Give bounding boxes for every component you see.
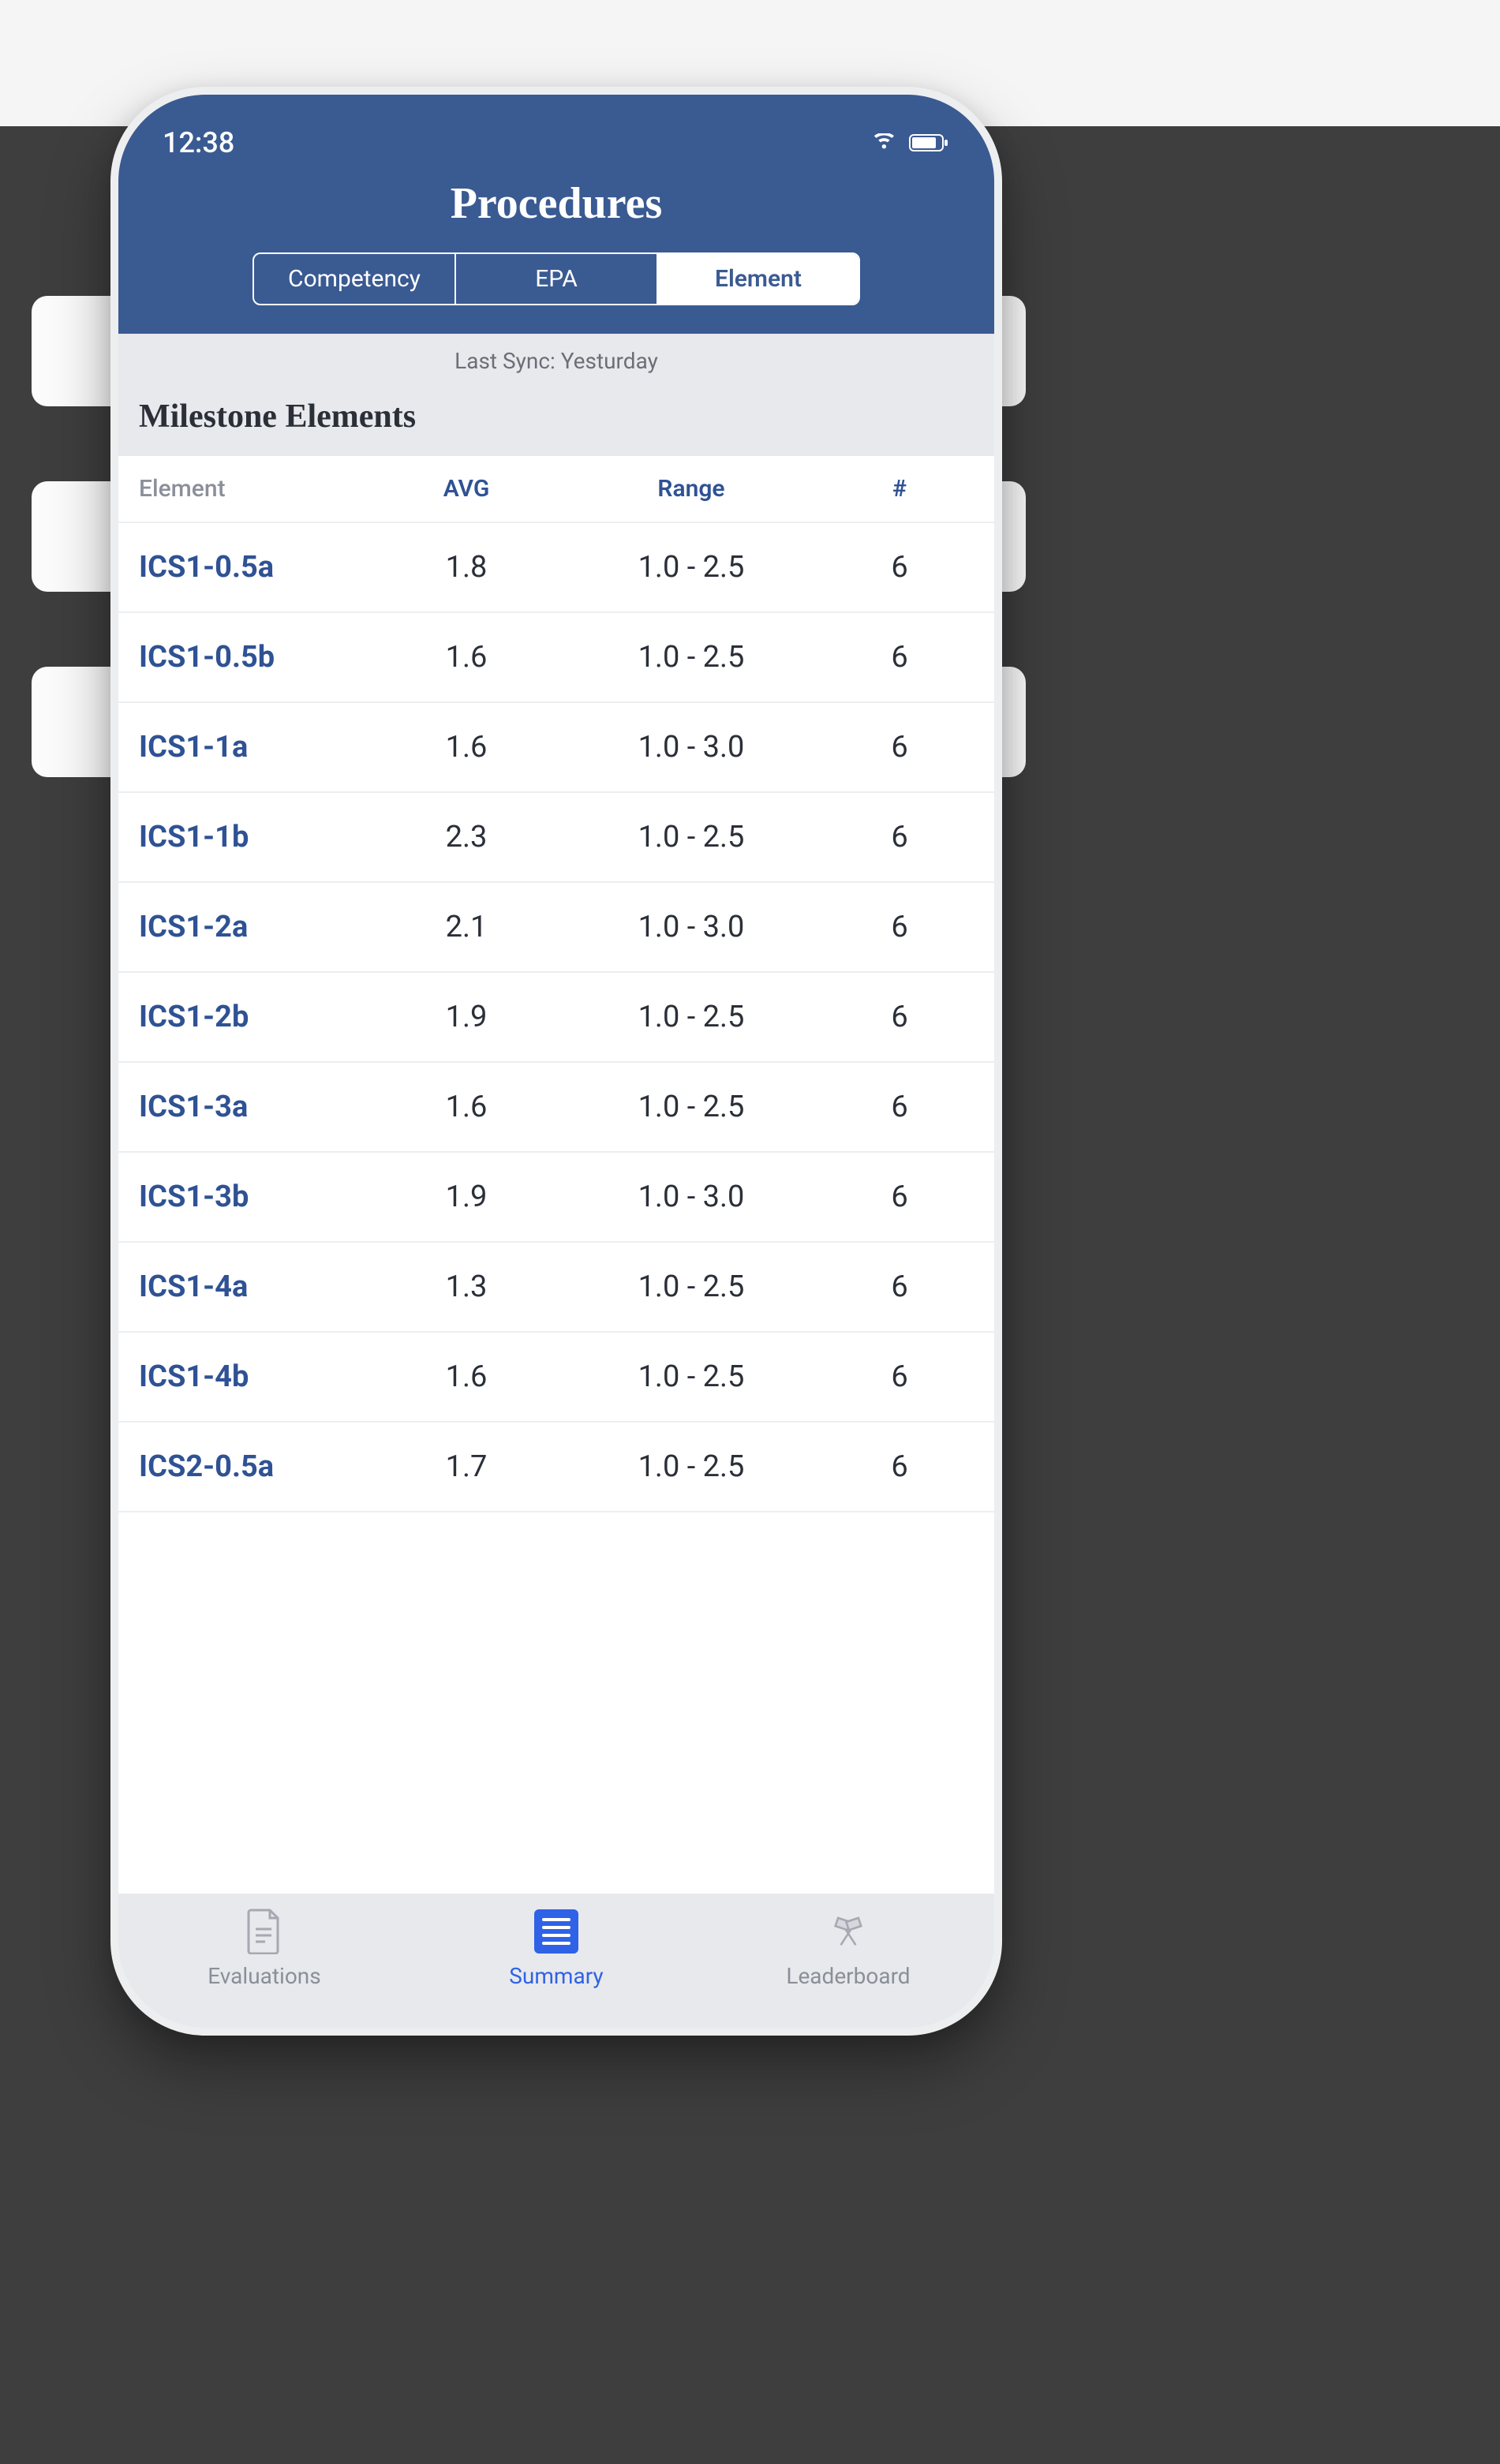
col-header-range[interactable]: Range — [557, 475, 825, 503]
cell-range: 1.0 - 2.5 — [557, 1000, 825, 1034]
cell-range: 1.0 - 2.5 — [557, 1449, 825, 1484]
cell-element: ICS1-3a — [139, 1090, 376, 1124]
segmented-control: Competency EPA Element — [252, 252, 860, 305]
bottom-nav: Evaluations Summary — [118, 1894, 994, 2028]
table-row[interactable]: ICS1-0.5a1.81.0 - 2.56 — [118, 523, 994, 613]
cell-count: 6 — [825, 1090, 974, 1124]
cell-avg: 2.3 — [376, 820, 557, 854]
cell-element: ICS1-1b — [139, 820, 376, 854]
cell-count: 6 — [825, 1449, 974, 1484]
table-row[interactable]: ICS1-4b1.61.0 - 2.56 — [118, 1333, 994, 1423]
table-row[interactable]: ICS1-2b1.91.0 - 2.56 — [118, 973, 994, 1063]
cell-count: 6 — [825, 910, 974, 944]
nav-summary[interactable]: Summary — [410, 1908, 702, 2028]
cell-range: 1.0 - 2.5 — [557, 550, 825, 585]
wifi-icon — [873, 133, 898, 152]
cell-element: ICS2-0.5a — [139, 1449, 376, 1484]
app-screen: 12:38 Procedures Competency EPA Element — [118, 95, 994, 2028]
flags-icon — [825, 1908, 872, 1955]
cell-avg: 1.6 — [376, 1359, 557, 1394]
table-row[interactable]: ICS1-4a1.31.0 - 2.56 — [118, 1243, 994, 1333]
battery-icon — [909, 133, 950, 153]
cell-range: 1.0 - 3.0 — [557, 910, 825, 944]
tab-element[interactable]: Element — [658, 254, 858, 304]
col-header-avg[interactable]: AVG — [376, 475, 557, 503]
cell-avg: 1.8 — [376, 550, 557, 585]
status-time: 12:38 — [163, 126, 234, 159]
tab-epa[interactable]: EPA — [456, 254, 658, 304]
cell-avg: 1.6 — [376, 1090, 557, 1124]
document-icon — [241, 1908, 288, 1955]
nav-leaderboard[interactable]: Leaderboard — [702, 1908, 994, 2028]
cell-avg: 1.7 — [376, 1449, 557, 1484]
cell-avg: 1.6 — [376, 730, 557, 765]
cell-count: 6 — [825, 550, 974, 585]
elements-table: Element AVG Range # ICS1-0.5a1.81.0 - 2.… — [118, 456, 994, 1894]
section-title: Milestone Elements — [118, 388, 994, 456]
cell-element: ICS1-3b — [139, 1180, 376, 1214]
nav-label: Leaderboard — [786, 1963, 910, 1989]
cell-range: 1.0 - 2.5 — [557, 1359, 825, 1394]
cell-range: 1.0 - 2.5 — [557, 640, 825, 675]
cell-count: 6 — [825, 640, 974, 675]
cell-element: ICS1-1a — [139, 730, 376, 765]
table-row[interactable]: ICS1-0.5b1.61.0 - 2.56 — [118, 613, 994, 703]
page-title: Procedures — [118, 178, 994, 229]
table-header-row: Element AVG Range # — [118, 456, 994, 523]
table-row[interactable]: ICS1-3b1.91.0 - 3.06 — [118, 1153, 994, 1243]
table-body: ICS1-0.5a1.81.0 - 2.56ICS1-0.5b1.61.0 - … — [118, 523, 994, 1512]
cell-avg: 1.9 — [376, 1180, 557, 1214]
cell-element: ICS1-2a — [139, 910, 376, 944]
phone-mockup: 12:38 Procedures Competency EPA Element — [110, 87, 1002, 2036]
table-row[interactable]: ICS1-1a1.61.0 - 3.06 — [118, 703, 994, 793]
cell-count: 6 — [825, 1269, 974, 1304]
cell-avg: 1.6 — [376, 640, 557, 675]
tab-competency[interactable]: Competency — [254, 254, 456, 304]
cell-count: 6 — [825, 820, 974, 854]
cell-count: 6 — [825, 730, 974, 765]
status-icons — [873, 133, 950, 153]
nav-evaluations[interactable]: Evaluations — [118, 1908, 410, 2028]
cell-element: ICS1-2b — [139, 1000, 376, 1034]
cell-element: ICS1-0.5b — [139, 640, 376, 675]
table-row[interactable]: ICS1-1b2.31.0 - 2.56 — [118, 793, 994, 883]
cell-element: ICS1-4a — [139, 1269, 376, 1304]
cell-avg: 1.9 — [376, 1000, 557, 1034]
cell-count: 6 — [825, 1180, 974, 1214]
nav-label: Evaluations — [208, 1963, 320, 1989]
cell-range: 1.0 - 3.0 — [557, 730, 825, 765]
cell-count: 6 — [825, 1359, 974, 1394]
table-row[interactable]: ICS1-3a1.61.0 - 2.56 — [118, 1063, 994, 1153]
cell-avg: 1.3 — [376, 1269, 557, 1304]
cell-range: 1.0 - 2.5 — [557, 1269, 825, 1304]
cell-count: 6 — [825, 1000, 974, 1034]
status-bar: 12:38 — [118, 118, 994, 178]
cell-element: ICS1-0.5a — [139, 550, 376, 585]
cell-element: ICS1-4b — [139, 1359, 376, 1394]
cell-range: 1.0 - 3.0 — [557, 1180, 825, 1214]
app-header: 12:38 Procedures Competency EPA Element — [118, 95, 994, 334]
col-header-element[interactable]: Element — [139, 475, 376, 503]
last-sync-label: Last Sync: Yesturday — [118, 334, 994, 388]
nav-label: Summary — [509, 1963, 603, 1989]
cell-range: 1.0 - 2.5 — [557, 820, 825, 854]
cell-range: 1.0 - 2.5 — [557, 1090, 825, 1124]
cell-avg: 2.1 — [376, 910, 557, 944]
table-row[interactable]: ICS2-0.5a1.71.0 - 2.56 — [118, 1423, 994, 1512]
col-header-count[interactable]: # — [825, 475, 974, 503]
list-icon — [533, 1908, 580, 1955]
table-row[interactable]: ICS1-2a2.11.0 - 3.06 — [118, 883, 994, 973]
